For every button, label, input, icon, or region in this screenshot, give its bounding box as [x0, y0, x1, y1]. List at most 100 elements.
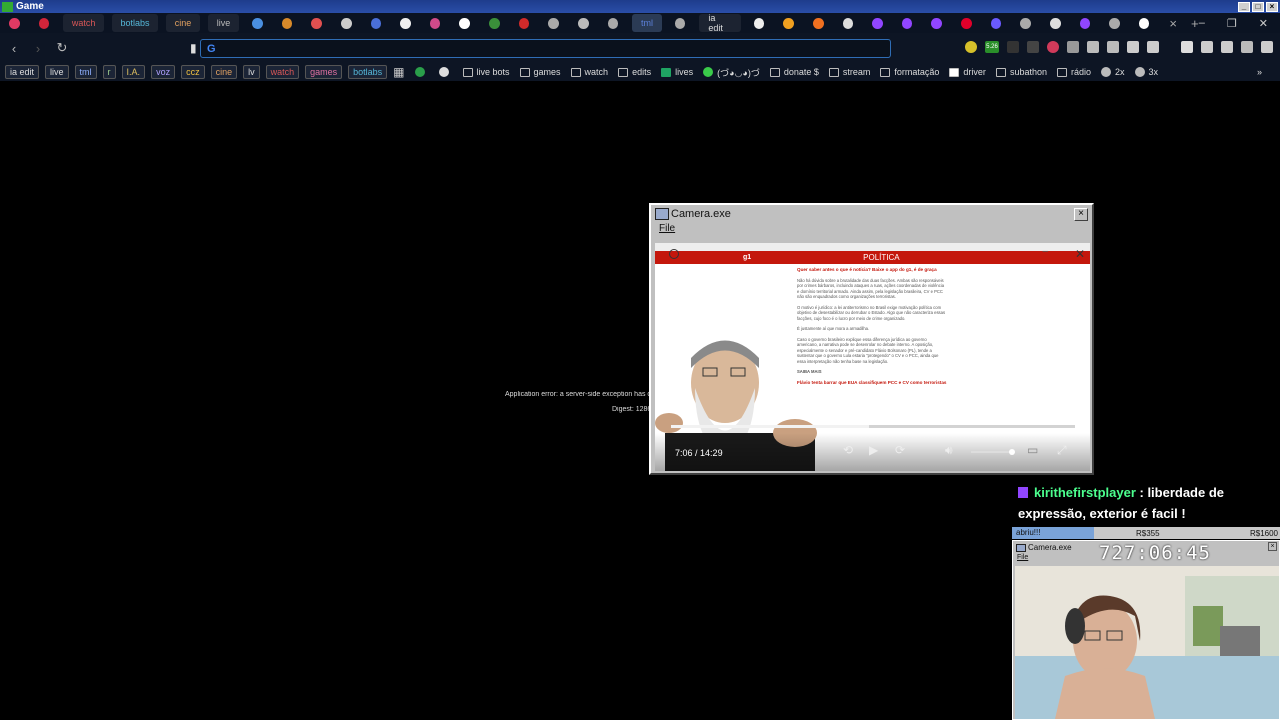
- video-minimize-icon[interactable]: –: [1042, 246, 1048, 257]
- extension-w-icon[interactable]: [1027, 41, 1039, 53]
- reading-list-icon[interactable]: [1201, 41, 1213, 53]
- browser-tab[interactable]: [1045, 14, 1066, 32]
- window-minimize-button[interactable]: –: [1199, 17, 1205, 30]
- browser-tab[interactable]: [603, 14, 624, 32]
- browser-tab[interactable]: [543, 14, 564, 32]
- browser-tab[interactable]: [336, 14, 357, 32]
- video-close-icon[interactable]: ✕: [1075, 247, 1085, 261]
- browser-tab[interactable]: [808, 14, 829, 32]
- bookmark-chip[interactable]: watch: [265, 65, 300, 79]
- os-maximize-button[interactable]: □: [1252, 1, 1264, 12]
- browser-tab[interactable]: [277, 14, 298, 32]
- browser-tab[interactable]: botlabs: [111, 14, 159, 32]
- extension-record-icon[interactable]: [1047, 41, 1059, 53]
- browser-tab[interactable]: [1015, 14, 1036, 32]
- extension-gray-icon[interactable]: [1007, 41, 1019, 53]
- mini-camera-window[interactable]: Camera.exe × File 727:06:45: [1012, 540, 1280, 720]
- apps-grid-icon[interactable]: ▦: [393, 65, 404, 79]
- bookmark-shortcut[interactable]: [414, 67, 429, 77]
- bookmark-item[interactable]: 3x: [1134, 67, 1158, 77]
- browser-tab[interactable]: [867, 14, 888, 32]
- camera-menu-file[interactable]: File: [651, 223, 1092, 237]
- bookmark-chip[interactable]: ccz: [181, 65, 205, 79]
- browser-tab[interactable]: [670, 14, 691, 32]
- browser-tab[interactable]: [986, 14, 1007, 32]
- mini-camera-close-button[interactable]: ×: [1268, 542, 1277, 551]
- bookmark-item[interactable]: stream: [828, 67, 870, 77]
- captions-icon[interactable]: ▭: [1027, 443, 1038, 457]
- window-restore-button[interactable]: ❐: [1227, 17, 1237, 30]
- browser-tab[interactable]: [1134, 14, 1155, 32]
- bookmark-chip[interactable]: lv: [243, 65, 260, 79]
- ai-icon[interactable]: [1261, 41, 1273, 53]
- bookmark-item[interactable]: formatação: [880, 67, 939, 77]
- extension-yellow-icon[interactable]: [965, 41, 977, 53]
- forward-button[interactable]: ›: [28, 41, 48, 56]
- browser-tab[interactable]: [4, 14, 25, 32]
- bookmark-item[interactable]: watch: [570, 67, 608, 77]
- volume-knob[interactable]: [1009, 449, 1015, 455]
- browser-tab[interactable]: [926, 14, 947, 32]
- browser-tab[interactable]: [425, 14, 446, 32]
- bookmark-chip[interactable]: games: [305, 65, 343, 79]
- bookmarks-overflow-icon[interactable]: »: [1257, 67, 1262, 77]
- browser-tab[interactable]: [366, 14, 387, 32]
- browser-tab[interactable]: live: [208, 14, 240, 32]
- zoom-icon[interactable]: [669, 249, 679, 259]
- browser-tab[interactable]: [1075, 14, 1096, 32]
- browser-tab[interactable]: [34, 14, 55, 32]
- video-progress-bar[interactable]: [671, 425, 1075, 428]
- bookmark-chip[interactable]: voz: [151, 65, 176, 79]
- bookmark-chip[interactable]: tml: [74, 65, 97, 79]
- close-tab-icon[interactable]: ×: [1169, 16, 1177, 31]
- extension-gear-icon[interactable]: [1067, 41, 1079, 53]
- bookmark-chip[interactable]: I.A.: [121, 65, 146, 79]
- bookmark-item[interactable]: driver: [949, 67, 986, 77]
- browser-tab[interactable]: [956, 14, 977, 32]
- fullscreen-icon[interactable]: ⤢: [1057, 443, 1067, 458]
- browser-tab[interactable]: [838, 14, 859, 32]
- window-close-button[interactable]: ✕: [1259, 17, 1268, 30]
- extension-camera-icon[interactable]: [1107, 41, 1119, 53]
- bookmark-item[interactable]: 2x: [1101, 67, 1125, 77]
- bookmark-icon[interactable]: ▮: [190, 41, 197, 55]
- reload-button[interactable]: ↻: [52, 40, 72, 56]
- bookmark-item[interactable]: lives: [661, 67, 693, 77]
- bookmark-item[interactable]: rádio: [1056, 67, 1091, 77]
- camera-close-button[interactable]: ×: [1074, 208, 1088, 221]
- extension-badge-icon[interactable]: 5.26: [985, 41, 999, 53]
- bookmark-chip[interactable]: ia edit: [5, 65, 40, 79]
- bookmark-chip[interactable]: botlabs: [348, 65, 388, 79]
- browser-tab[interactable]: [573, 14, 594, 32]
- forward-icon[interactable]: ⟳: [895, 443, 905, 457]
- bookmark-shortcut[interactable]: [438, 67, 453, 77]
- bookmark-item[interactable]: live bots: [462, 67, 510, 77]
- extension-image-icon[interactable]: [1087, 41, 1099, 53]
- extension-puzzle-icon[interactable]: [1127, 41, 1139, 53]
- bookmark-item[interactable]: games: [519, 67, 561, 77]
- browser-tab[interactable]: [484, 14, 505, 32]
- browser-tab[interactable]: [247, 14, 268, 32]
- rewind-icon[interactable]: ⟲: [843, 443, 853, 457]
- bookmark-chip[interactable]: r: [102, 65, 116, 79]
- address-bar[interactable]: G: [200, 39, 891, 58]
- os-close-button[interactable]: ×: [1266, 1, 1278, 12]
- back-button[interactable]: ‹: [4, 41, 24, 56]
- volume-icon[interactable]: 🔊︎: [945, 443, 953, 458]
- extension-box-icon[interactable]: [1147, 41, 1159, 53]
- browser-tab[interactable]: cine: [166, 14, 201, 32]
- video-player[interactable]: g1 POLÍTICA – ✕ Quer saber antes o que é…: [655, 243, 1090, 471]
- browser-tab[interactable]: tml: [632, 14, 662, 32]
- sidebar-icon[interactable]: [1221, 41, 1233, 53]
- split-view-icon[interactable]: [1241, 41, 1253, 53]
- bookmark-chip[interactable]: live: [45, 65, 69, 79]
- browser-tab[interactable]: [395, 14, 416, 32]
- os-minimize-button[interactable]: _: [1238, 1, 1250, 12]
- browser-tab[interactable]: ia edit: [699, 13, 741, 33]
- bookmark-item[interactable]: (づ◕◡◕)づ: [703, 66, 760, 79]
- browser-tab[interactable]: watch: [63, 14, 104, 32]
- browser-tab[interactable]: [1104, 14, 1125, 32]
- new-tab-button[interactable]: +: [1191, 16, 1199, 31]
- browser-tab[interactable]: [454, 14, 475, 32]
- browser-tab[interactable]: [778, 14, 799, 32]
